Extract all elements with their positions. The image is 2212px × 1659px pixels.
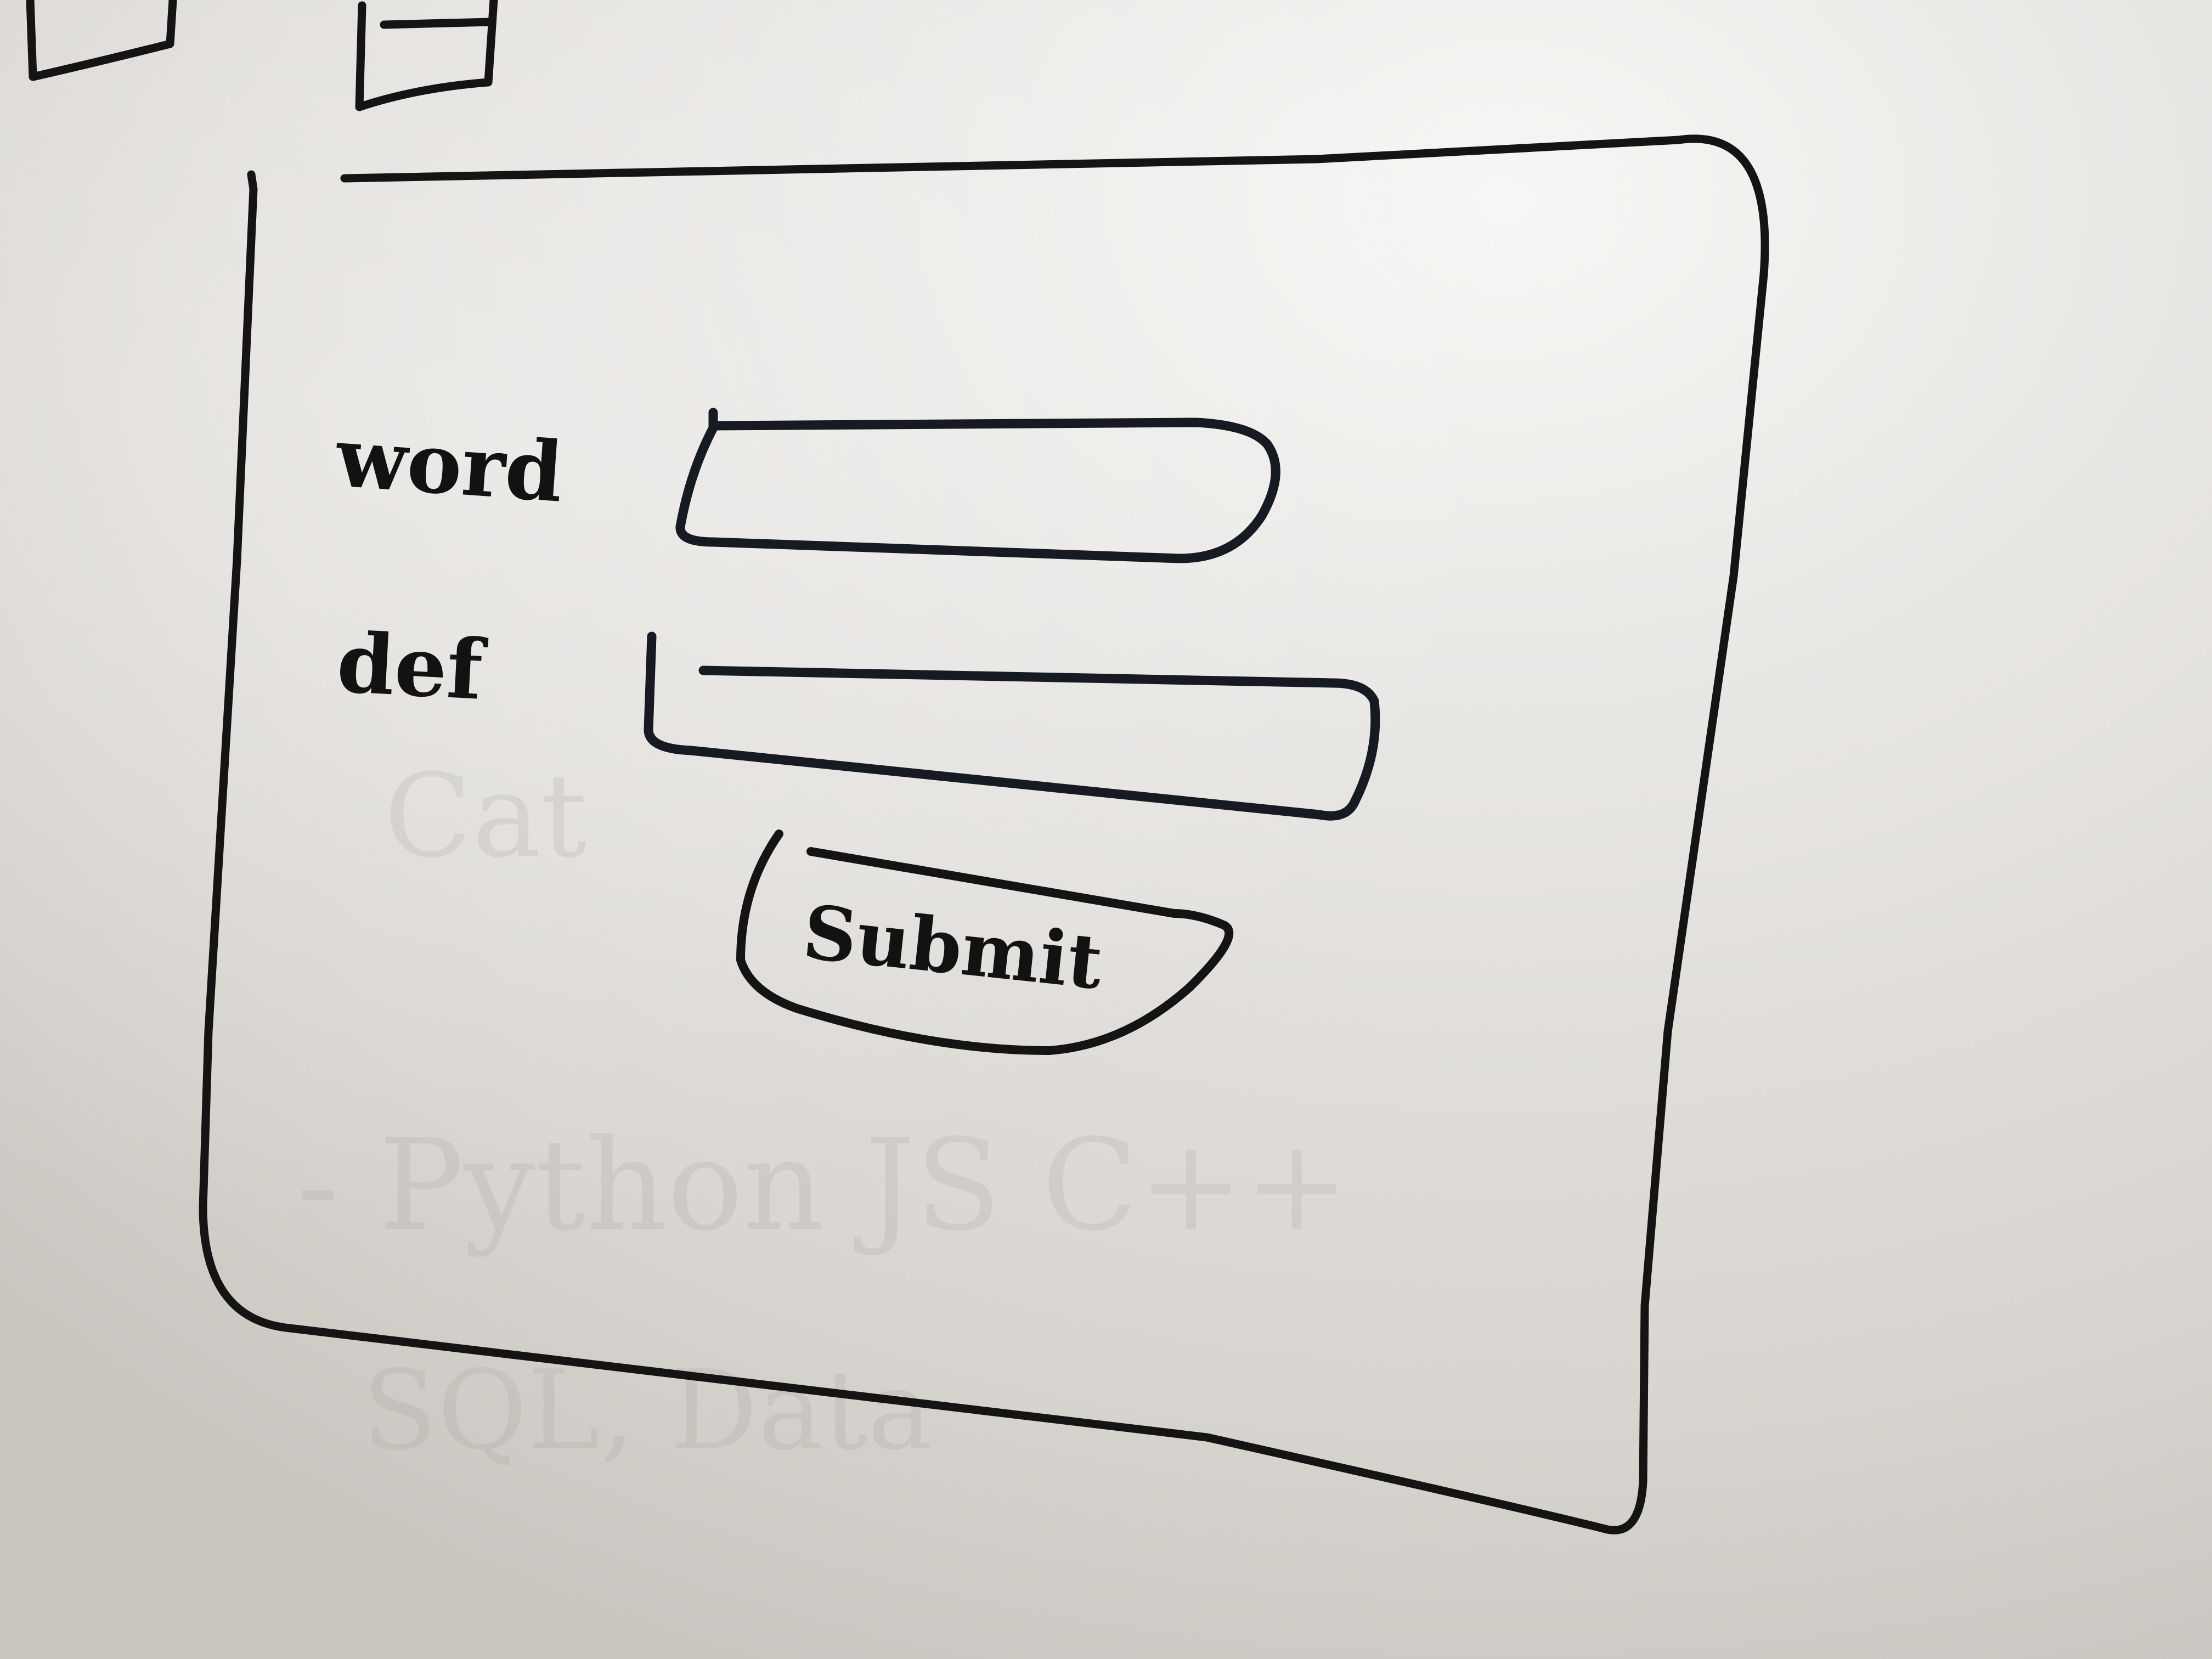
def-label: def [335, 614, 489, 719]
board-highlight [0, 0, 2212, 1659]
ghost-text-2: - Python JS C++ [296, 1113, 1350, 1259]
whiteboard-drawing: Cat - Python JS C++ SQL, Data word def S… [0, 0, 2212, 1659]
ghost-text-1: Cat [384, 749, 587, 883]
word-label: word [332, 409, 566, 521]
whiteboard-photo: Cat - Python JS C++ SQL, Data word def S… [0, 0, 2212, 1659]
ghost-text-3: SQL, Data [362, 1347, 933, 1475]
